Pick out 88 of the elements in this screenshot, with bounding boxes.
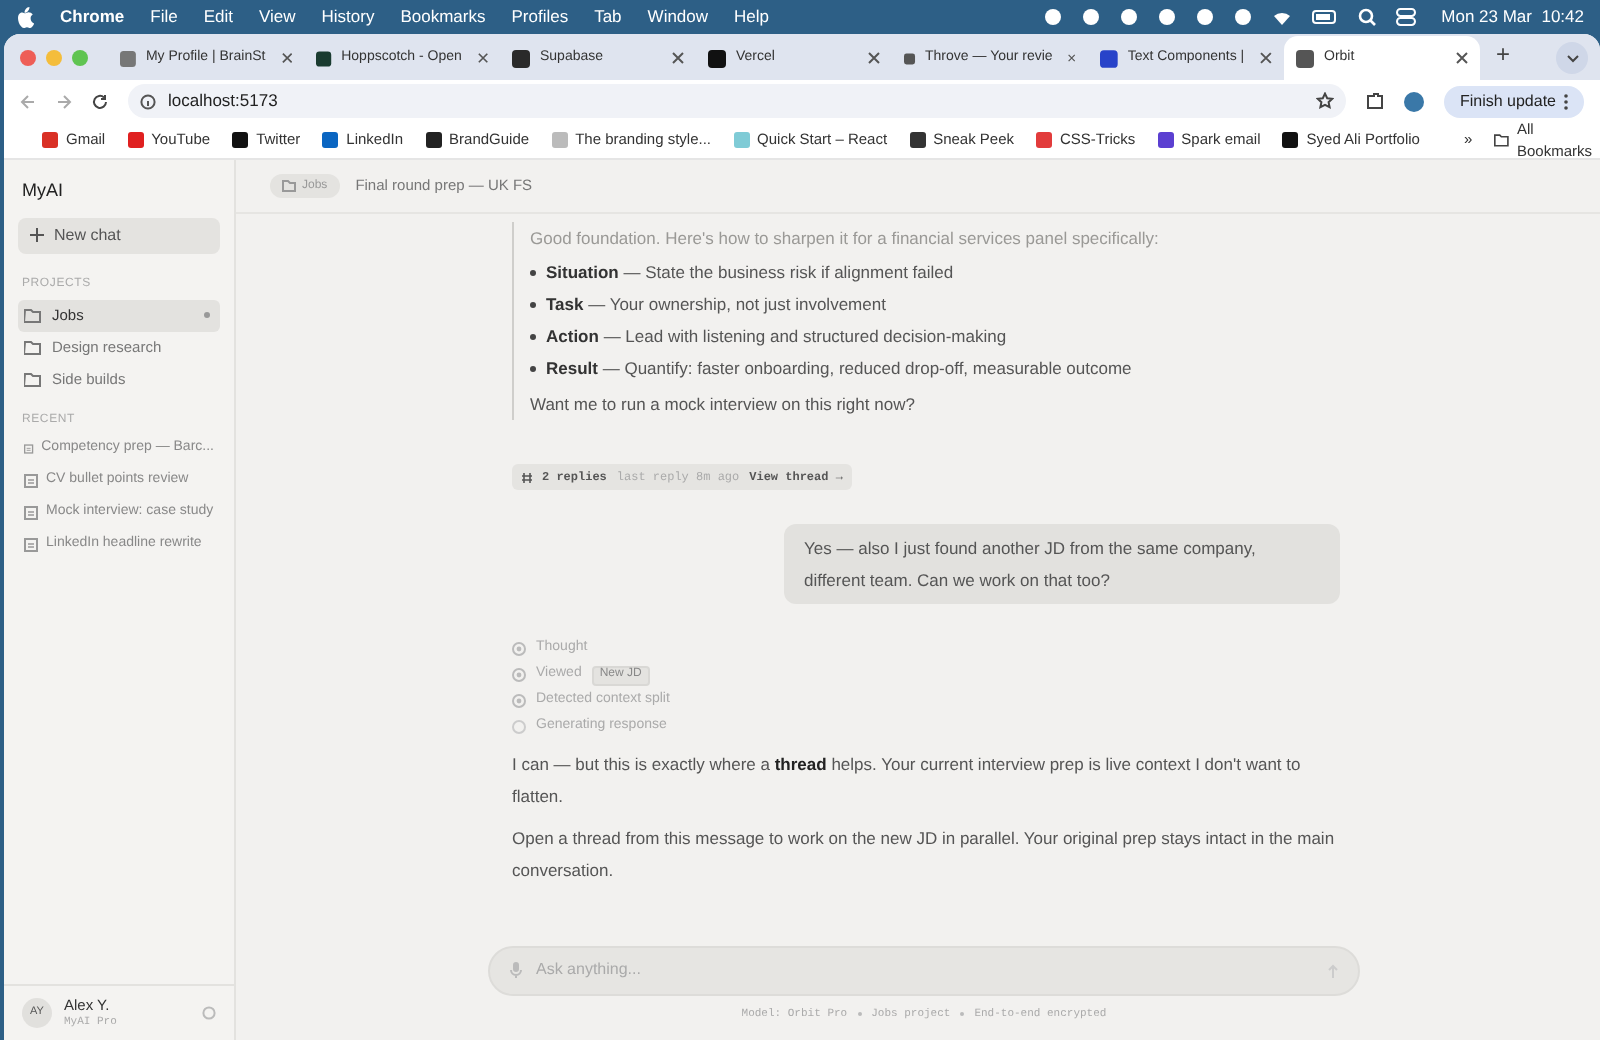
site-icon	[1157, 132, 1174, 148]
apple-icon	[16, 6, 34, 28]
info-icon	[140, 93, 156, 109]
tab-search-button[interactable]	[1556, 42, 1588, 74]
menu-item[interactable]: File	[150, 4, 178, 30]
new-tab-button[interactable]: +	[1496, 36, 1511, 72]
clock: Mon 23 Mar 10:42	[1441, 4, 1584, 30]
close-icon	[281, 52, 292, 64]
microphone-icon	[510, 962, 522, 979]
bullet-text: Situation — State the business risk if alignment failed	[546, 260, 954, 286]
message-text: Want me to run a mock interview on this right now?	[530, 392, 917, 418]
close-icon	[1260, 52, 1272, 64]
address-bar[interactable]: localhost:5173	[128, 84, 1346, 118]
battery-icon	[1311, 10, 1338, 24]
site-icon	[1100, 49, 1118, 67]
site-icon	[708, 49, 726, 67]
star-icon	[1315, 92, 1334, 110]
bullet-text: Result — Quantify: faster onboarding, reduced drop-off, measurable outcome	[546, 356, 1132, 382]
site-icon	[909, 132, 926, 148]
chat-icon	[24, 506, 38, 520]
forward-arrow-icon	[56, 93, 72, 109]
reload-icon	[92, 93, 108, 109]
chat-icon	[24, 474, 38, 488]
site-icon	[127, 132, 144, 148]
bullet-icon	[530, 302, 536, 308]
site-icon	[1036, 132, 1053, 148]
back-arrow-icon	[20, 93, 36, 109]
bullet-text: Task — Your ownership, not just involvement	[546, 292, 886, 318]
site-icon	[733, 132, 750, 148]
site-icon	[551, 132, 568, 148]
folder-icon	[282, 180, 296, 192]
bullet-icon	[530, 366, 536, 372]
dot-icon	[204, 312, 210, 318]
url-text: localhost:5173	[168, 88, 280, 114]
control-center-icon	[1395, 8, 1416, 26]
close-icon	[868, 52, 880, 64]
chat-icon	[24, 442, 34, 456]
menu-item[interactable]: Bookmarks	[400, 4, 486, 30]
message-text: Good foundation. Here's how to sharpen it for a financial services panel specifically:	[530, 226, 1161, 252]
wifi-icon	[1271, 9, 1292, 25]
separator-dot-icon	[857, 1011, 862, 1016]
menu-item[interactable]: Tab	[594, 4, 622, 30]
message-text: I can — but this is exactly where a thread helps. Your current interview prep is live context I don't want to flatten.	[512, 752, 1303, 810]
close-icon	[1456, 52, 1468, 64]
menu-item[interactable]: View	[258, 4, 296, 30]
site-icon	[120, 49, 136, 67]
app-menu[interactable]: Chrome	[60, 4, 125, 30]
chevron-down-icon	[1565, 53, 1579, 63]
site-icon	[232, 132, 249, 148]
site-icon	[1296, 49, 1314, 67]
user-message: Yes — also I just found another JD from the same company, different team. Can we work on that too?	[784, 524, 1340, 604]
bullet-text: Action — Lead with listening and structured decision-making	[546, 324, 1007, 350]
minimize-window-icon	[46, 50, 62, 66]
site-icon	[42, 132, 58, 148]
site-icon	[512, 49, 530, 67]
close-icon	[672, 52, 684, 64]
menu-item[interactable]: Help	[734, 4, 770, 30]
bullet-icon	[530, 334, 536, 340]
chat-icon	[24, 538, 38, 552]
bullet-icon	[530, 270, 536, 276]
message-text: Open a thread from this message to work on the new JD in parallel. Your original prep stays intact in the main conversation.	[512, 826, 1336, 884]
close-icon	[1068, 52, 1076, 64]
site-icon	[1282, 132, 1299, 148]
send-arrow-icon	[1328, 963, 1338, 978]
thread-icon	[522, 471, 532, 483]
search-icon	[1357, 8, 1376, 26]
site-icon	[425, 132, 442, 148]
menu-item[interactable]: Window	[647, 4, 709, 30]
menu-item[interactable]: Edit	[203, 4, 233, 30]
message-input[interactable]: Ask anything...	[536, 958, 1314, 983]
brand-name: MyAI	[20, 178, 66, 204]
zoom-window-icon	[72, 50, 88, 66]
close-window-icon	[20, 50, 36, 66]
site-icon	[316, 49, 332, 67]
site-icon	[904, 49, 916, 67]
close-icon	[477, 52, 488, 64]
plus-icon	[30, 228, 44, 242]
extensions-icon	[1365, 92, 1384, 110]
finish-update-button[interactable]: Finish update	[1443, 85, 1584, 117]
profile-avatar-icon	[1403, 91, 1424, 111]
separator-dot-icon	[960, 1011, 965, 1016]
menu-item[interactable]: History	[321, 4, 375, 30]
site-icon	[322, 132, 339, 148]
folder-icon	[1494, 132, 1509, 148]
settings-icon	[202, 1006, 216, 1020]
new-chat-button[interactable]: New chat	[18, 217, 220, 253]
composer[interactable]: Ask anything...	[488, 945, 1360, 996]
menu-item[interactable]: Profiles	[511, 4, 569, 30]
